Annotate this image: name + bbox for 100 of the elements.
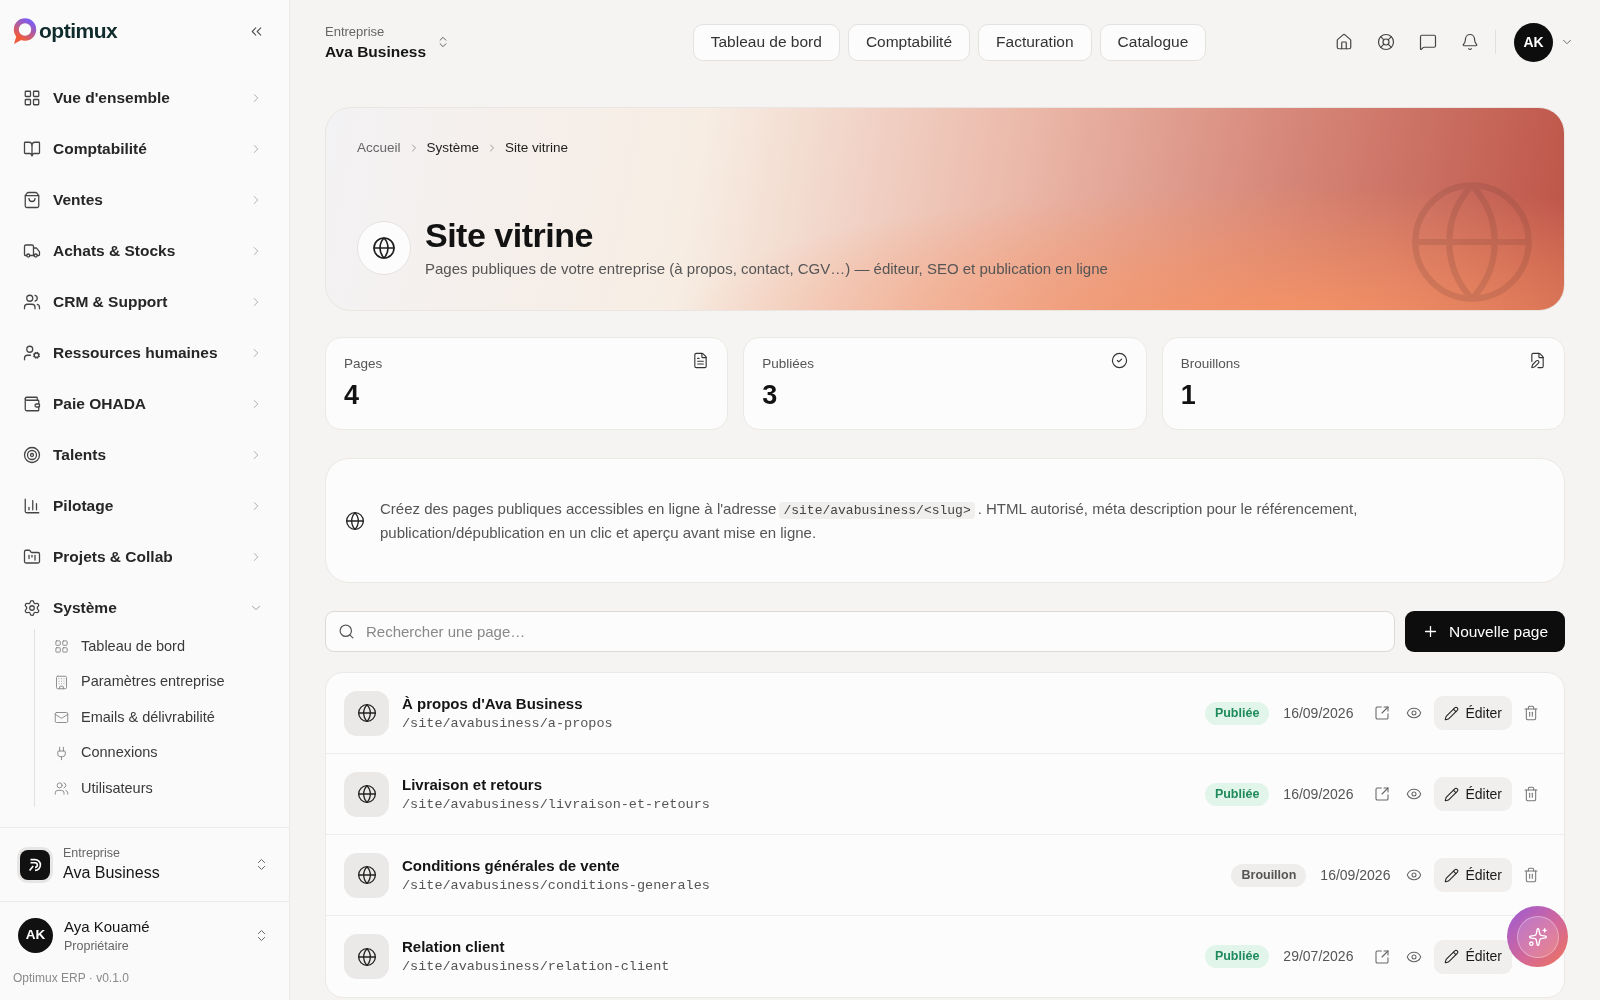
eye-icon[interactable]: [1406, 786, 1423, 802]
page-path: /site/avabusiness/conditions-generales: [402, 876, 710, 895]
stat-value: 3: [762, 379, 779, 411]
sidebar-item[interactable]: Achats & Stocks: [0, 225, 289, 276]
version-text: Optimux ERP · v0.1.0: [13, 970, 129, 987]
external-link-icon[interactable]: [1374, 948, 1391, 965]
sidebar-item[interactable]: Talents: [0, 429, 289, 480]
bar-chart-icon: [23, 496, 41, 515]
sidebar-item[interactable]: Projets & Collab: [0, 531, 289, 582]
status-badge: Publiée: [1204, 701, 1270, 725]
sidebar-item[interactable]: Pilotage: [0, 480, 289, 531]
page-title[interactable]: Conditions générales de vente: [402, 855, 710, 876]
sidebar-item[interactable]: Comptabilité: [0, 123, 289, 174]
edit-button[interactable]: Éditer: [1434, 939, 1512, 974]
eye-icon[interactable]: [1406, 867, 1423, 883]
grid-icon: [54, 639, 69, 655]
globe-icon: [344, 690, 389, 736]
stat-label: Brouillons: [1180, 355, 1240, 373]
sidebar-item[interactable]: Paie OHADA: [0, 378, 289, 429]
check-circle-icon: [1110, 352, 1128, 369]
user-role: Propriétaire: [64, 937, 130, 955]
search-field[interactable]: Rechercher une page…: [325, 611, 1395, 652]
page-title: Site vitrine: [425, 215, 594, 255]
plug-icon: [54, 745, 69, 761]
globe-icon: [344, 771, 389, 817]
target-icon: [23, 445, 41, 464]
eye-icon[interactable]: [1406, 705, 1423, 721]
status-badge: Publiée: [1204, 782, 1270, 806]
sidebar-subitem[interactable]: Paramètres entreprise: [54, 664, 269, 700]
page-subtitle: Pages publiques de votre entreprise (à propos, contact, CGV…) — éditeur, SEO et publication en ligne: [425, 259, 1108, 279]
logo-icon: [12, 18, 37, 44]
page-title[interactable]: Livraison et retours: [402, 774, 710, 795]
message-icon[interactable]: [1419, 33, 1437, 51]
globe-icon: [345, 510, 365, 531]
edit-button[interactable]: Éditer: [1434, 777, 1512, 811]
user-avatar: AK: [18, 918, 53, 953]
sidebar-subitem[interactable]: Connexions: [54, 735, 269, 771]
new-page-button[interactable]: Nouvelle page: [1405, 611, 1565, 652]
pencil-icon: [1444, 705, 1460, 721]
info-text: Créez des pages publiques accessibles en ligne à l'adresse /site/avabusiness/<slug> . HTML autorisé, méta description pour le référencement, publication/dépublication en un clic et aperçu avant mise en ligne.: [380, 498, 1359, 543]
trash-icon[interactable]: [1523, 786, 1539, 802]
top-nav-button[interactable]: Catalogue: [1099, 23, 1207, 61]
bell-icon[interactable]: [1461, 33, 1479, 51]
lifebuoy-icon[interactable]: [1377, 33, 1395, 51]
users-icon: [23, 292, 41, 311]
user-avatar[interactable]: AK: [1514, 22, 1553, 62]
sidebar-subitem[interactable]: Emails & délivrabilité: [54, 700, 269, 736]
file-edit-icon: [1529, 352, 1546, 369]
book-icon: [23, 139, 41, 158]
mail-icon: [54, 710, 69, 726]
status-badge: Brouillon: [1231, 863, 1307, 887]
page-date: 29/07/2026: [1283, 947, 1354, 966]
top-nav-button[interactable]: Comptabilité: [847, 23, 971, 61]
globe-icon: [344, 852, 389, 898]
home-icon[interactable]: [1335, 33, 1353, 51]
stat-label: Pages: [344, 355, 383, 373]
pencil-icon: [1444, 949, 1460, 964]
stat-label: Publiées: [762, 355, 815, 373]
company-caption: Entreprise: [325, 22, 386, 41]
page-date: 16/09/2026: [1283, 784, 1354, 804]
stat-value: 4: [344, 379, 361, 411]
trash-icon[interactable]: [1523, 867, 1539, 883]
page-path: /site/avabusiness/relation-client: [402, 958, 670, 976]
building-icon: [54, 674, 69, 690]
breadcrumb-link[interactable]: Système: [426, 138, 480, 158]
breadcrumb-current: Site vitrine: [505, 139, 569, 157]
sidebar-item[interactable]: Ressources humaines: [0, 327, 289, 378]
external-link-icon[interactable]: [1374, 705, 1391, 721]
pencil-icon: [1444, 786, 1460, 802]
breadcrumb-link[interactable]: Accueil: [357, 138, 401, 158]
trash-icon[interactable]: [1523, 705, 1539, 721]
edit-button[interactable]: Éditer: [1434, 696, 1512, 730]
sidebar-subitem[interactable]: Utilisateurs: [54, 771, 269, 807]
search-icon: [338, 623, 355, 640]
company-name: Ava Business: [63, 863, 161, 883]
page-title[interactable]: Relation client: [402, 937, 670, 957]
company-name: Ava Business: [325, 41, 427, 62]
grid-icon: [23, 88, 41, 107]
brand-name: optimux: [39, 18, 118, 44]
sidebar-item[interactable]: Ventes: [0, 174, 289, 225]
users-icon: [54, 781, 69, 797]
edit-button[interactable]: Éditer: [1434, 858, 1512, 892]
folder-icon: [23, 547, 41, 566]
sparkles-icon: [1527, 926, 1548, 947]
sidebar-item[interactable]: Vue d'ensemble: [0, 72, 289, 123]
stat-value: 1: [1180, 379, 1197, 411]
settings-icon: [23, 598, 41, 617]
top-nav-button[interactable]: Tableau de bord: [692, 23, 840, 61]
top-nav-button[interactable]: Facturation: [978, 23, 1092, 61]
sidebar-item[interactable]: CRM & Support: [0, 276, 289, 327]
wallet-icon: [23, 394, 41, 413]
status-badge: Publiée: [1204, 945, 1270, 968]
page-title[interactable]: À propos d'Ava Business: [402, 693, 613, 714]
globe-icon: [344, 934, 389, 979]
company-caption: Entreprise: [63, 845, 121, 862]
external-link-icon[interactable]: [1374, 786, 1391, 802]
document-icon: [692, 352, 710, 369]
company-logo-icon: [17, 846, 53, 883]
pencil-icon: [1444, 867, 1460, 883]
page-date: 16/09/2026: [1320, 865, 1391, 885]
